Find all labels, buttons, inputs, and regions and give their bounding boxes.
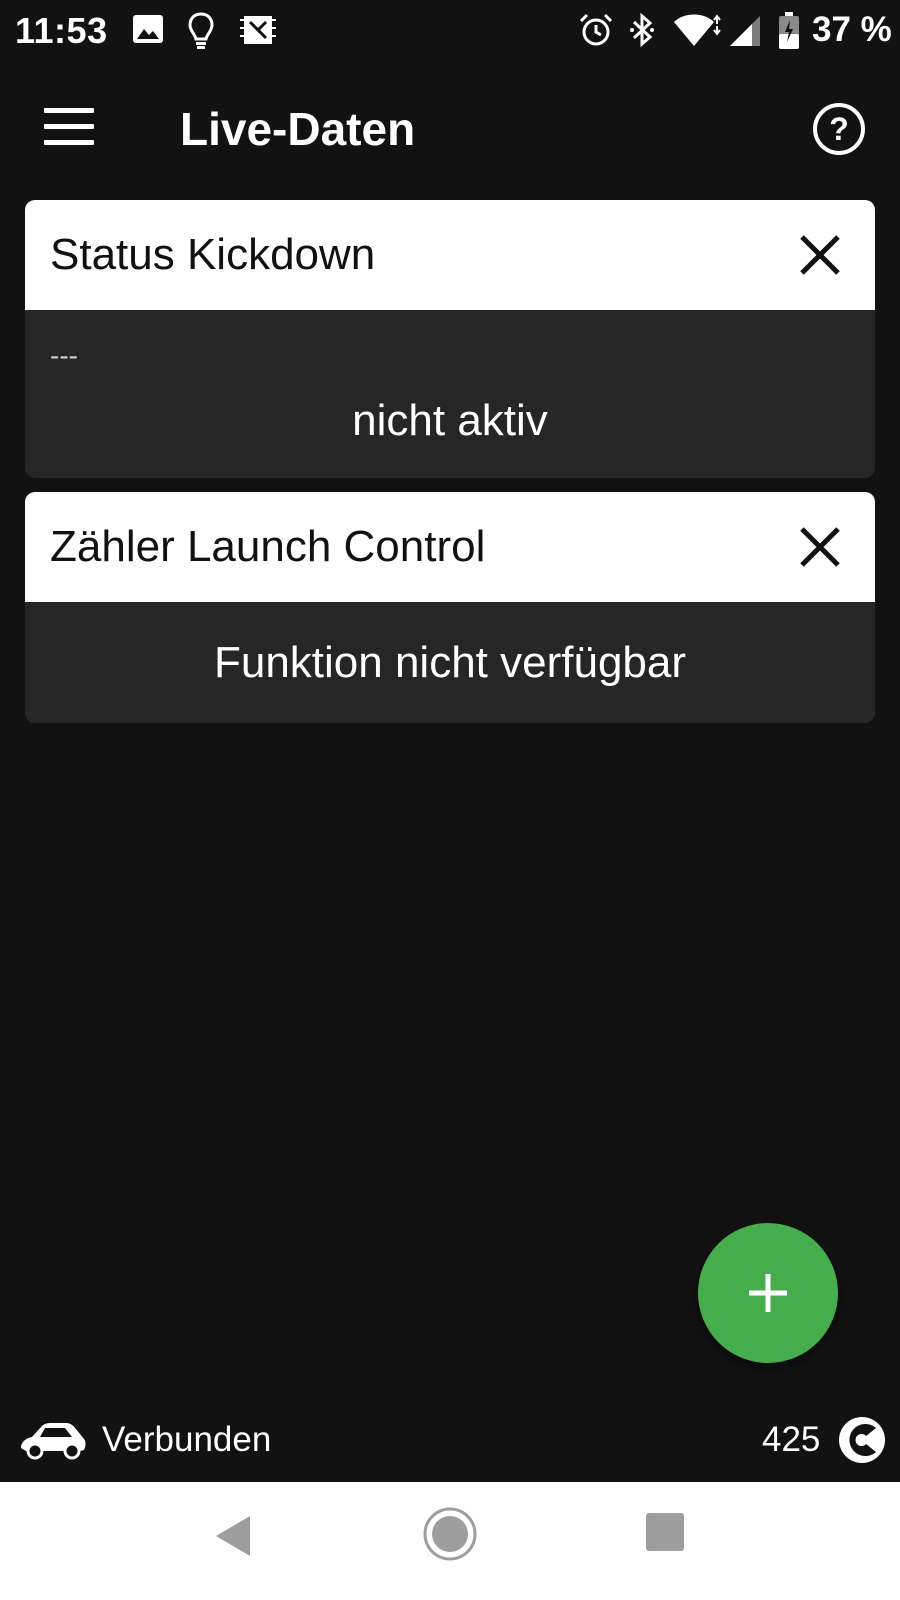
cell-signal-icon (728, 12, 762, 53)
home-icon[interactable] (422, 1506, 478, 1567)
card-value: Funktion nicht verfügbar (213, 638, 687, 687)
status-bar: 11:53 37 % (0, 0, 900, 62)
card-header: Zähler Launch Control (25, 492, 875, 602)
connection-status: Verbunden (102, 1420, 272, 1459)
wifi-icon (672, 12, 722, 53)
battery-percentage: 37 % (812, 10, 892, 49)
close-icon[interactable] (797, 524, 843, 570)
bluetooth-icon (628, 12, 656, 53)
connection-bar: Verbunden 425 (0, 1400, 900, 1482)
svg-text:?: ? (829, 111, 849, 147)
battery-icon (778, 12, 800, 55)
back-icon[interactable] (212, 1512, 254, 1565)
alarm-icon (578, 12, 614, 53)
help-circle-icon[interactable]: ? (812, 102, 866, 156)
close-icon[interactable] (797, 232, 843, 278)
live-data-card: Status Kickdown --- nicht aktiv (25, 200, 875, 478)
image-icon (132, 12, 164, 51)
live-data-card: Zähler Launch Control Funktion nicht ver… (25, 492, 875, 723)
car-icon (18, 1418, 88, 1467)
card-title: Status Kickdown (50, 230, 376, 279)
app-logo-icon (836, 1414, 888, 1471)
card-body: Funktion nicht verfügbar (25, 602, 875, 723)
chip-icon (240, 12, 276, 53)
lightbulb-icon (188, 12, 214, 55)
recents-icon[interactable] (645, 1512, 685, 1557)
system-nav-bar (0, 1482, 900, 1600)
app-bar: Live-Daten ? (0, 62, 900, 200)
status-time: 11:53 (15, 10, 108, 51)
card-title: Zähler Launch Control (50, 522, 486, 571)
plus-icon (749, 1274, 787, 1312)
hamburger-menu-icon[interactable] (44, 108, 94, 148)
card-header: Status Kickdown (25, 200, 875, 310)
card-subtitle: --- (50, 340, 78, 371)
card-body: --- nicht aktiv (25, 310, 875, 478)
add-button[interactable] (698, 1223, 838, 1363)
card-value: nicht aktiv (352, 396, 548, 445)
page-title: Live-Daten (180, 103, 416, 155)
counter-value: 425 (762, 1420, 821, 1459)
